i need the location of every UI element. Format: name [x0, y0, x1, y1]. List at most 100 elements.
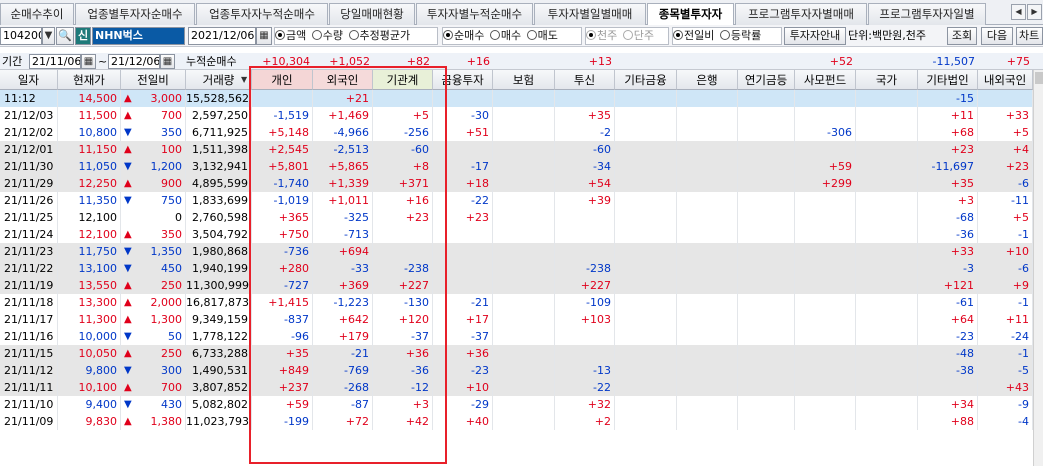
table-row[interactable]: 21/12/01 11,150 100 ▲ 1,511,398 +2,545 -2,513-… [0, 141, 1043, 158]
tab-7[interactable]: 프로그램투자자별매매 [735, 3, 867, 25]
cell--: +1,011 [313, 192, 373, 209]
table-row[interactable]: 21/11/17 11,300 1,300 ▲ 9,349,159 -837 +642 +12… [0, 311, 1043, 328]
table-row[interactable]: 21/11/24 12,100 350 ▲ 3,504,792 +750 -713 -36 -1 [0, 226, 1043, 243]
tab-3[interactable]: 당일매매현황 [329, 3, 415, 25]
column-header[interactable]: 내외국인 [978, 70, 1033, 90]
cell-- [493, 260, 555, 277]
column-header[interactable]: 전일비 [121, 70, 186, 90]
cell-- [795, 294, 856, 311]
tab-scroll-left-button[interactable]: ◀ [1011, 4, 1026, 20]
cell-- [493, 294, 555, 311]
column-header[interactable]: 보험 [493, 70, 555, 90]
cell-- [493, 192, 555, 209]
period-end-calendar-icon[interactable]: ▦ [160, 54, 175, 69]
table-row[interactable]: 21/11/26 11,350 750 ▼ 1,833,699 -1,019 +1,011 +… [0, 192, 1043, 209]
radio-amount[interactable]: 금액 [275, 28, 308, 44]
period-start-calendar-icon[interactable]: ▦ [81, 54, 96, 69]
column-header[interactable]: 연기금등 [738, 70, 795, 90]
column-header[interactable]: 금융투자 [433, 70, 493, 90]
investor-info-button[interactable]: 투자자안내 [784, 27, 846, 45]
sort-arrow-icon[interactable]: ▼ [241, 70, 247, 90]
cell-- [738, 345, 795, 362]
column-header[interactable]: 기관계 [373, 70, 433, 90]
table-row[interactable]: 21/11/23 11,750 1,350 ▼ 1,980,868 -736 +694 +33… [0, 243, 1043, 260]
column-header[interactable]: 기타금융 [615, 70, 677, 90]
tab-2[interactable]: 업종투자자누적순매수 [196, 3, 328, 25]
tab-1[interactable]: 업종별투자자순매수 [75, 3, 195, 25]
column-header[interactable]: 개인 [252, 70, 313, 90]
cell-- [738, 192, 795, 209]
cell--: -61 [918, 294, 978, 311]
cell--: +68 [918, 124, 978, 141]
radio-net-buy[interactable]: 순매수 [443, 28, 486, 44]
date-input[interactable]: 2021/12/06 [188, 27, 256, 45]
table-row[interactable]: 21/11/22 13,100 450 ▼ 1,940,199 +280 -33 -238 -2… [0, 260, 1043, 277]
radio-thousand-shares-label: 천주 [597, 29, 618, 42]
next-button[interactable]: 다음 [981, 27, 1013, 45]
column-header[interactable]: 기타법인 [918, 70, 978, 90]
tab-scroll-right-button[interactable]: ▶ [1027, 4, 1042, 20]
table-row[interactable]: 21/11/15 10,050 250 ▲ 6,733,288 +35 -21 +36 +36-… [0, 345, 1043, 362]
column-header[interactable]: 현재가 [58, 70, 121, 90]
stock-code-input[interactable]: 104200 [0, 27, 42, 45]
radio-buy-label: 매수 [500, 29, 522, 42]
radio-change-rate[interactable]: 등락률 [719, 28, 763, 44]
cell-- [555, 90, 615, 107]
radio-buy[interactable]: 매수 [489, 28, 523, 44]
column-header[interactable]: 은행 [677, 70, 738, 90]
column-header[interactable]: 일자 [0, 70, 58, 90]
cell--: -306 [795, 124, 856, 141]
tab-6[interactable]: 종목별투자자 [647, 3, 734, 26]
cell--: 21/11/12 [0, 362, 58, 379]
table-row[interactable]: 21/12/03 11,500 700 ▲ 2,597,250 -1,519 +1,469 +… [0, 107, 1043, 124]
table-row[interactable]: 21/11/30 11,050 1,200 ▼ 3,132,941 +5,801 +5,86… [0, 158, 1043, 175]
cell-- [795, 141, 856, 158]
radio-prev-day-change[interactable]: 전일비 [673, 28, 716, 44]
radio-single-shares[interactable]: 단주 [622, 28, 656, 44]
tab-5[interactable]: 투자자별일별매매 [534, 3, 646, 25]
table-row[interactable]: 21/11/09 9,830 1,380 ▲ 11,023,793 -199 +72 +42 +… [0, 413, 1043, 430]
cell-- [615, 328, 677, 345]
cell-- [677, 277, 738, 294]
radio-dot-icon [443, 30, 453, 40]
radio-quantity[interactable]: 수량 [311, 28, 345, 44]
tab-0[interactable]: 순매수추이 [0, 3, 74, 25]
cell-- [795, 345, 856, 362]
cell-- [615, 226, 677, 243]
table-row[interactable]: 21/11/12 9,800 300 ▼ 1,490,531 +849 -769 -36 -23… [0, 362, 1043, 379]
cell-- [615, 294, 677, 311]
cell--: +642 [313, 311, 373, 328]
cell--: +23 [978, 158, 1033, 175]
table-row[interactable]: 21/11/19 13,550 250 ▲ 11,300,999 -727 +369 +227… [0, 277, 1043, 294]
period-end-input[interactable]: 21/12/06 [108, 54, 160, 69]
column-header[interactable]: 국가 [856, 70, 918, 90]
tab-4[interactable]: 투자자별누적순매수 [416, 3, 533, 25]
table-row[interactable]: 21/11/16 10,000 50 ▼ 1,778,122 -96 +179 -37 -37-… [0, 328, 1043, 345]
search-icon[interactable]: 🔍 [56, 27, 74, 45]
chart-button[interactable]: 차트 [1016, 27, 1043, 45]
table-row[interactable]: 21/11/18 13,300 2,000 ▲ 16,817,873 +1,415 -1,2… [0, 294, 1043, 311]
vertical-scrollbar[interactable] [1033, 70, 1043, 466]
column-header[interactable]: 투신 [555, 70, 615, 90]
period-start-input[interactable]: 21/11/06 [29, 54, 81, 69]
column-header[interactable]: 외국인 [313, 70, 373, 90]
cell--: -727 [252, 277, 313, 294]
tab-8[interactable]: 프로그램투자자일별 [868, 3, 986, 25]
table-row[interactable]: 21/11/10 9,400 430 ▼ 5,082,802 +59 -87 +3 -29 +32… [0, 396, 1043, 413]
table-row[interactable]: 11:12 14,500 3,000 ▲ 15,528,562 +21 -15 [0, 90, 1043, 107]
stock-code-dropdown-button[interactable]: ▼ [42, 27, 55, 45]
cell--: +35 [555, 107, 615, 124]
table-row[interactable]: 21/12/02 10,800 350 ▼ 6,711,925 +5,148 -4,966-… [0, 124, 1043, 141]
table-row[interactable]: 21/11/25 12,100 0 2,760,598 +365 -325 +23 +23 -6… [0, 209, 1043, 226]
column-header[interactable]: 사모펀드 [795, 70, 856, 90]
cell--: -30 [433, 107, 493, 124]
cell--: 6,733,288 [186, 345, 252, 362]
table-row[interactable]: 21/11/29 12,250 900 ▲ 4,895,599 -1,740 +1,339 +… [0, 175, 1043, 192]
calendar-icon[interactable]: ▦ [256, 27, 272, 45]
radio-estimated-average[interactable]: 추정평균가 [348, 28, 413, 44]
radio-sell[interactable]: 매도 [526, 28, 560, 44]
scrollbar-thumb[interactable] [1035, 72, 1043, 84]
table-row[interactable]: 21/11/11 10,100 700 ▲ 3,807,852 +237 -268 -12 +1… [0, 379, 1043, 396]
query-button[interactable]: 조회 [947, 27, 977, 45]
radio-thousand-shares[interactable]: 천주 [586, 28, 619, 44]
